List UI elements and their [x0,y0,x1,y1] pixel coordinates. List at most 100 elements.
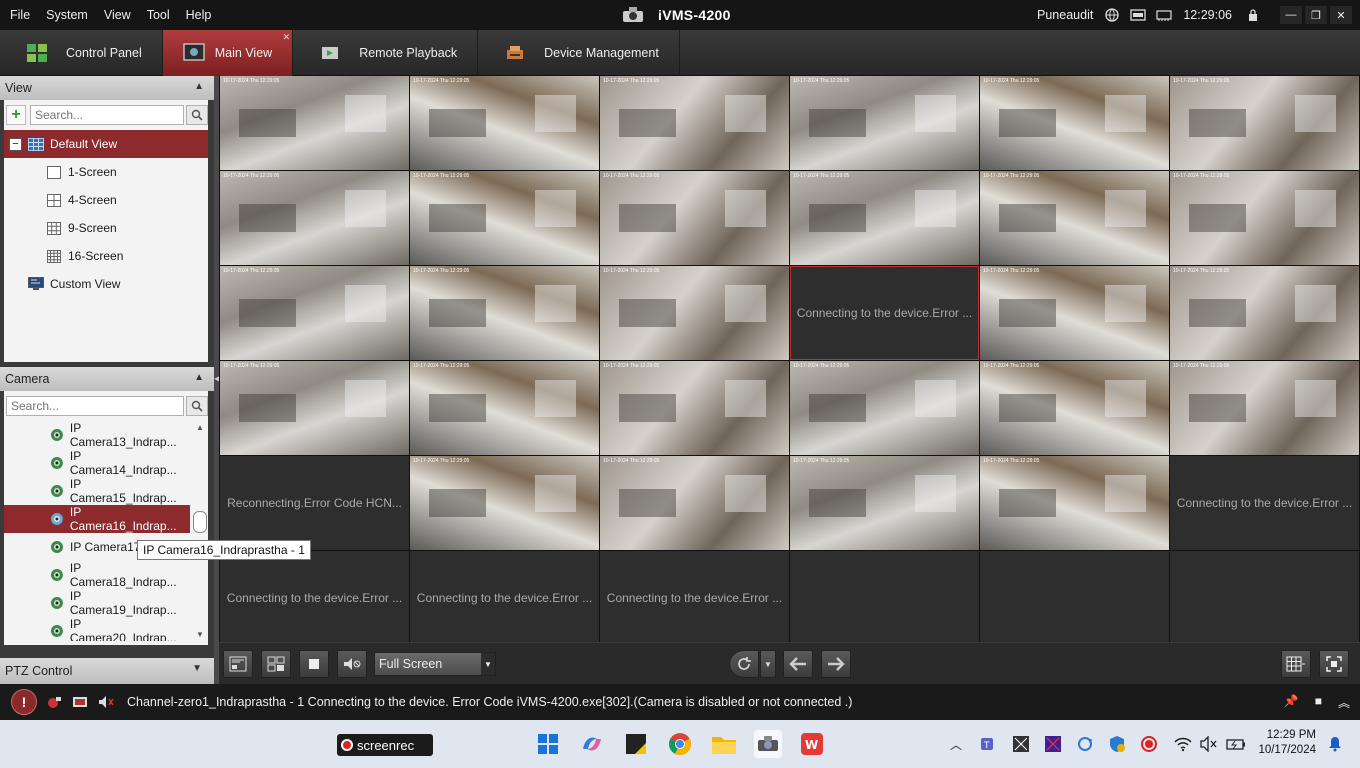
scroll-down-icon[interactable]: ▼ [196,630,204,639]
tray-colorful-icon[interactable] [1044,735,1062,753]
video-empty-cell[interactable] [1170,551,1359,645]
video-feed-cell[interactable]: 10-17-2024 Thu 12:29:05 [410,361,599,455]
view-search-input[interactable] [30,105,184,125]
hdd-icon[interactable] [1130,8,1146,22]
menu-system[interactable]: System [38,8,96,22]
camera-panel-header[interactable]: Camera ▲ [0,367,214,391]
taskbar-clock[interactable]: 12:29 PM 10/17/2024 [1258,728,1316,758]
tray-app-icon[interactable] [1012,735,1030,753]
lock-icon[interactable] [1245,8,1261,22]
tab-remote-playback[interactable]: Remote Playback [293,30,479,76]
ivms-app[interactable] [754,730,782,758]
menu-view[interactable]: View [96,8,139,22]
show-hidden-icons-button[interactable]: ︿ [950,736,962,753]
video-feed-cell[interactable]: 10-17-2024 Thu 12:29:05 [980,266,1169,360]
close-button[interactable]: ✕ [1330,6,1352,24]
video-feed-cell[interactable]: 10-17-2024 Thu 12:29:05 [980,76,1169,170]
chevron-up-icon[interactable]: ▲ [194,372,204,383]
tree-item-custom-view[interactable]: Custom View [4,270,208,298]
video-loss-icon[interactable] [71,694,89,710]
list-item-camera-selected[interactable]: IP Camera16_Indrap... [4,505,190,533]
video-feed-cell[interactable]: 10-17-2024 Thu 12:29:05 [600,266,789,360]
previous-page-button[interactable] [783,650,813,678]
ram-icon[interactable] [1156,8,1172,22]
list-item-camera[interactable]: IP Camera19_Indrap... [4,589,190,617]
video-feed-cell[interactable]: 10-17-2024 Thu 12:29:05 [220,171,409,265]
globe-icon[interactable] [1104,8,1120,22]
video-feed-cell[interactable]: 10-17-2024 Thu 12:29:05 [220,266,409,360]
alarm-icon[interactable]: ! [11,689,37,715]
tree-item-1-screen[interactable]: 1-Screen [4,158,208,186]
window-division-button[interactable] [1281,650,1311,678]
restore-button[interactable]: ❐ [1305,6,1327,24]
list-item-camera[interactable]: IP Camera15_Indrap... [4,477,190,505]
tab-main-view[interactable]: Main View ✕ [162,30,294,76]
minimize-button[interactable]: — [1280,6,1302,24]
video-feed-cell[interactable]: 10-17-2024 Thu 12:29:05 [790,361,979,455]
list-item-camera[interactable]: IP Camera13_Indrap... [4,421,190,449]
video-feed-cell[interactable]: 10-17-2024 Thu 12:29:05 [790,171,979,265]
video-feed-cell[interactable]: 10-17-2024 Thu 12:29:05 [600,171,789,265]
video-feed-cell[interactable]: 10-17-2024 Thu 12:29:05 [410,456,599,550]
copilot-app[interactable] [578,730,606,758]
chrome-app[interactable] [666,730,694,758]
video-error-cell[interactable]: Connecting to the device.Error ... [790,266,979,360]
video-error-cell[interactable]: Connecting to the device.Error ... [600,551,789,645]
fullscreen-button[interactable] [1319,650,1349,678]
mute-button[interactable] [337,650,367,678]
ptz-control-header[interactable]: PTZ Control ▼ [0,658,214,684]
menu-tool[interactable]: Tool [139,8,178,22]
video-feed-cell[interactable]: 10-17-2024 Thu 12:29:05 [410,266,599,360]
screen-mode-select[interactable]: Full Screen ▼ [374,652,496,676]
auto-switch-dropdown[interactable]: ▼ [760,650,776,678]
collapse-icon[interactable]: − [9,137,22,151]
file-explorer-app[interactable] [710,730,738,758]
video-feed-cell[interactable]: 10-17-2024 Thu 12:29:05 [1170,266,1359,360]
battery-icon[interactable] [1226,737,1246,751]
expand-up-icon[interactable]: ︽ [1338,694,1350,711]
video-feed-cell[interactable]: 10-17-2024 Thu 12:29:05 [220,76,409,170]
list-item-camera[interactable]: IP Camera20_Indrap... [4,617,190,641]
tree-item-16-screen[interactable]: 16-Screen [4,242,208,270]
list-item-camera[interactable]: IP Camera14_Indrap... [4,449,190,477]
view-switch-button[interactable] [261,650,291,678]
menu-file[interactable]: File [2,8,38,22]
tree-item-default-view[interactable]: − Default View [4,130,208,158]
video-feed-cell[interactable]: 10-17-2024 Thu 12:29:05 [980,361,1169,455]
window-icon[interactable]: ■ [1315,694,1322,711]
scrollbar-thumb[interactable] [193,511,207,533]
alarm-camera-icon[interactable] [45,694,63,710]
camera-search-button[interactable] [186,396,208,416]
camera-search-input[interactable] [6,396,184,416]
video-feed-cell[interactable]: 10-17-2024 Thu 12:29:05 [220,361,409,455]
next-page-button[interactable] [821,650,851,678]
menu-help[interactable]: Help [178,8,220,22]
speaker-alert-icon[interactable] [97,694,115,710]
video-feed-cell[interactable]: 10-17-2024 Thu 12:29:05 [1170,361,1359,455]
screen-layout-button[interactable] [223,650,253,678]
add-view-button[interactable]: + [6,105,26,125]
video-feed-cell[interactable]: 10-17-2024 Thu 12:29:05 [1170,171,1359,265]
tab-device-management[interactable]: Device Management [478,30,680,76]
volume-muted-icon[interactable] [1200,736,1218,752]
wifi-icon[interactable] [1174,736,1192,752]
scroll-up-icon[interactable]: ▲ [196,423,204,432]
chevron-up-icon[interactable]: ▲ [194,81,204,92]
tree-item-4-screen[interactable]: 4-Screen [4,186,208,214]
wps-office-app[interactable]: W [798,730,826,758]
video-feed-cell[interactable]: 10-17-2024 Thu 12:29:05 [790,456,979,550]
video-feed-cell[interactable]: 10-17-2024 Thu 12:29:05 [410,171,599,265]
video-feed-cell[interactable]: 10-17-2024 Thu 12:29:05 [980,456,1169,550]
security-shield-icon[interactable] [1108,735,1126,753]
video-empty-cell[interactable] [980,551,1169,645]
video-error-cell[interactable]: Reconnecting.Error Code HCN... [220,456,409,550]
video-feed-cell[interactable]: 10-17-2024 Thu 12:29:05 [600,456,789,550]
dropdown-arrow-icon[interactable]: ▼ [481,653,495,675]
auto-switch-button[interactable] [729,650,759,678]
video-error-cell[interactable]: Connecting to the device.Error ... [410,551,599,645]
start-button[interactable] [534,730,562,758]
video-feed-cell[interactable]: 10-17-2024 Thu 12:29:05 [980,171,1169,265]
pin-icon[interactable]: 📌 [1284,694,1299,711]
video-feed-cell[interactable]: 10-17-2024 Thu 12:29:05 [600,76,789,170]
screenrec-badge[interactable]: screenrec [337,734,433,756]
